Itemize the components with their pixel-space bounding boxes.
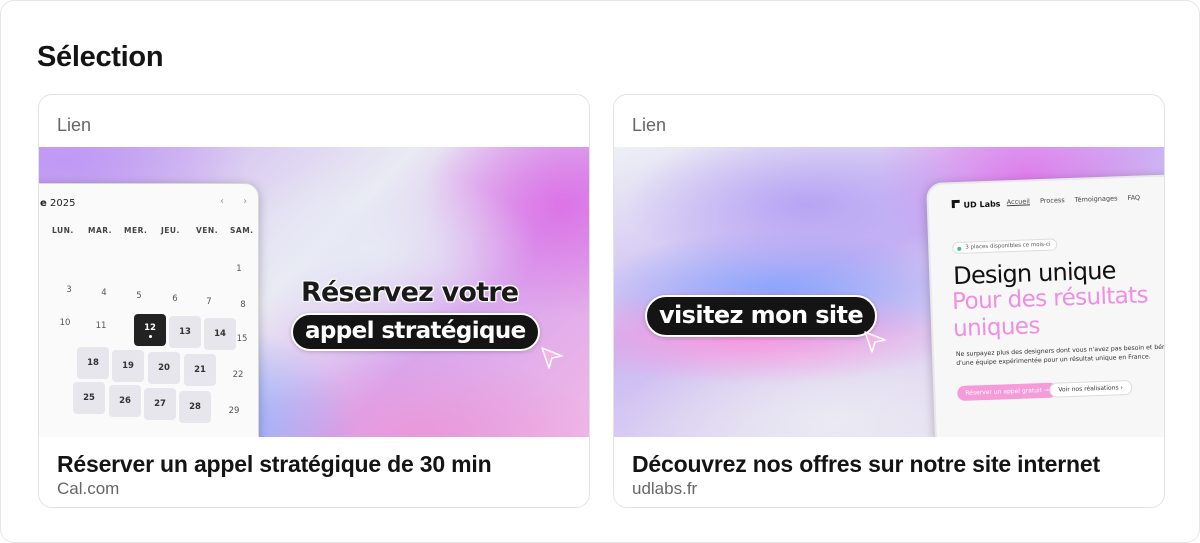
site-nav-item: Accueil [1006, 197, 1031, 207]
calendar-day: 10 [59, 318, 71, 328]
card-preview-image: UD Labs Accueil Process Témoignages FAQ … [614, 147, 1164, 437]
card-domain: udlabs.fr [632, 479, 698, 498]
weekday-label: VEN. [196, 226, 219, 235]
calendar-day-available: 19 [112, 350, 144, 382]
calendar-day-available: 21 [184, 354, 216, 386]
calendar-day: 7 [206, 297, 212, 307]
site-subheading: Pour des résultats uniques [951, 282, 1149, 343]
link-card-udlabs[interactable]: Lien UD Labs Accueil Process Témoignages… [613, 94, 1165, 508]
calendar-day: 29 [228, 406, 240, 416]
calendar-day-available: 27 [144, 388, 176, 420]
preview-pill: appel stratégique [291, 313, 540, 351]
section-title: Sélection [37, 41, 164, 73]
calendar-day-available: 26 [109, 385, 141, 417]
calendar-month: e 2025 [40, 198, 76, 209]
calendar-day-available: 14 [204, 318, 236, 350]
calendar-nav-arrows: ‹ › [220, 196, 256, 207]
site-availability-badge: 3 places disponibles ce mois-ci [952, 238, 1058, 255]
calendar-day: 22 [232, 370, 244, 380]
calendar-day: 1 [236, 264, 242, 274]
site-nav-item: Process [1039, 196, 1065, 206]
preview-pill: visitez mon site [645, 295, 878, 337]
calendar-day: 3 [66, 285, 72, 295]
card-title[interactable]: Réserver un appel stratégique de 30 min [57, 451, 492, 478]
calendar-day: 4 [101, 288, 107, 298]
website-mock: UD Labs Accueil Process Témoignages FAQ … [926, 174, 1164, 437]
weekday-label: LUN. [52, 226, 74, 235]
weekday-label: MAR. [88, 226, 113, 235]
selection-panel: Sélection Lien e 2025 ‹ › LUN. MAR. MER.… [0, 0, 1200, 543]
card-domain: Cal.com [57, 479, 120, 498]
calendar-day-available: 13 [169, 316, 201, 348]
card-kind-label: Lien [632, 115, 667, 135]
preview-headline: Réservez votre [301, 277, 519, 308]
cursor-arrow-icon [541, 347, 563, 369]
site-nav: Accueil Process Témoignages FAQ [1006, 193, 1149, 207]
site-nav-item: FAQ [1127, 193, 1141, 202]
calendar-day: 5 [136, 291, 142, 301]
calendar-day: 8 [240, 300, 246, 310]
calendar-day-available: 25 [73, 382, 105, 414]
weekday-label: SAM. [230, 226, 254, 235]
card-preview-image: e 2025 ‹ › LUN. MAR. MER. JEU. VEN. SAM.… [39, 147, 589, 437]
calendar-mock: e 2025 ‹ › LUN. MAR. MER. JEU. VEN. SAM.… [39, 183, 259, 437]
weekday-label: MER. [124, 226, 148, 235]
site-logo: UD Labs [951, 197, 1001, 210]
calendar-day-available: 20 [148, 352, 180, 384]
card-title[interactable]: Découvrez nos offres sur notre site inte… [632, 451, 1100, 478]
calendar-day-selected: 12 [134, 314, 166, 346]
weekday-label: JEU. [161, 226, 180, 235]
site-cta-primary: Réserver un appel gratuit → [957, 382, 1058, 402]
card-kind-label: Lien [57, 115, 92, 135]
calendar-day-available: 28 [179, 391, 211, 423]
calendar-day: 6 [172, 294, 178, 304]
site-nav-item: Témoignages [1074, 194, 1118, 204]
site-cta-secondary: Voir nos réalisations › [1049, 379, 1133, 398]
site-paragraph: Ne surpayez plus des designers dont vous… [955, 343, 1164, 368]
calendar-day-available: 18 [77, 347, 109, 379]
calendar-day: 11 [95, 321, 107, 331]
cursor-arrow-icon [864, 331, 886, 353]
udlabs-logo-icon [951, 199, 960, 209]
link-card-cal[interactable]: Lien e 2025 ‹ › LUN. MAR. MER. JEU. VEN.… [38, 94, 590, 508]
